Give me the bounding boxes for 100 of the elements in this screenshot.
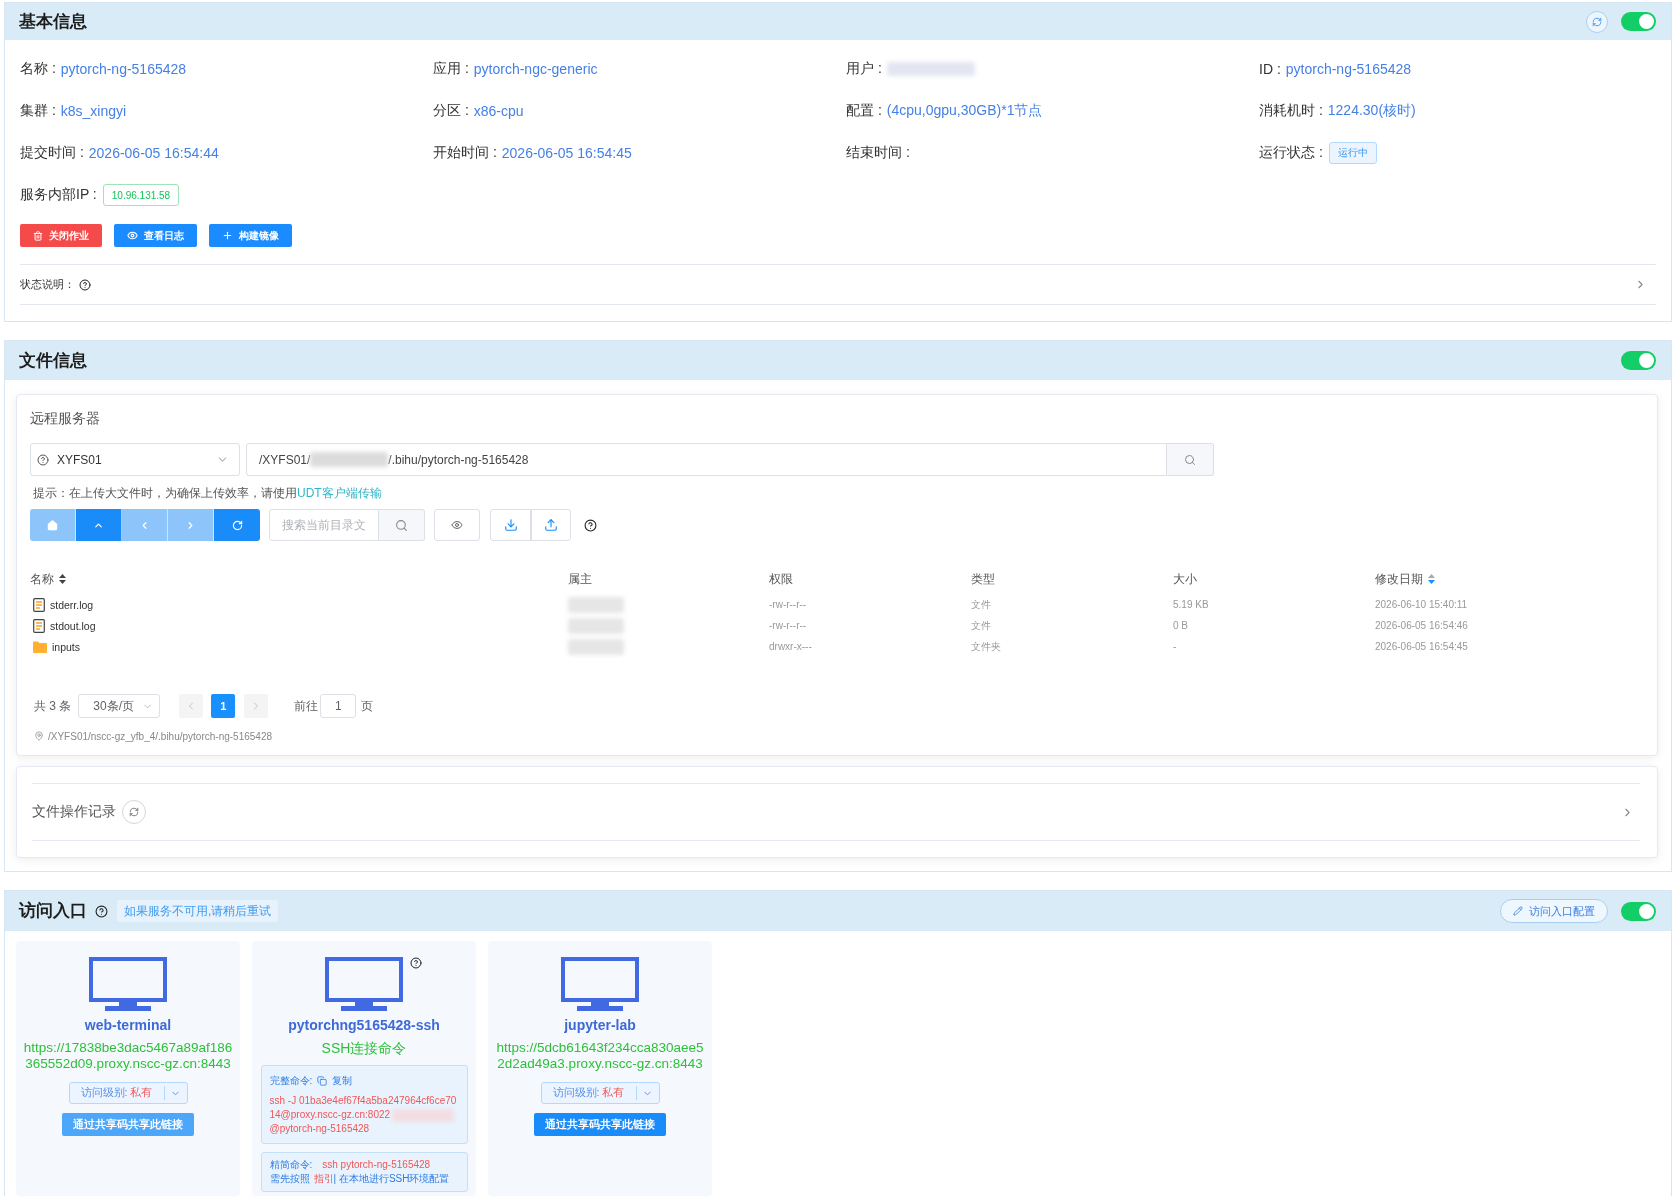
page-size-select[interactable]: 30条/页	[78, 694, 161, 718]
goto-label: 前往	[294, 697, 319, 715]
field-value: pytorch-ng-5165428	[1285, 61, 1412, 77]
total-count: 共 3 条	[34, 697, 72, 715]
copy-icon	[317, 1076, 328, 1086]
table-cell: 文件	[971, 618, 991, 633]
entry-name: web-terminal	[84, 1016, 172, 1034]
access-level-select[interactable]: 访问级别: 私有	[540, 1082, 660, 1104]
toggle-switch[interactable]	[1621, 12, 1656, 31]
ip-tag: 10.96.131.58	[102, 184, 180, 206]
ssh-command: ssh -J 01ba3e4ef67f4a5ba247964cf6ce70	[269, 1094, 457, 1108]
field-label: 服务内部IP :	[20, 186, 97, 204]
blurred-text	[392, 1108, 455, 1122]
document-icon	[33, 618, 45, 633]
blurred-text	[568, 638, 624, 655]
upload-hint: 提示：在上传大文件时，为确保上传效率，请使用UDT客户端传输	[33, 485, 382, 501]
upload-icon	[544, 518, 558, 532]
field-label: 消耗机时 :	[1259, 102, 1323, 120]
up-button[interactable]	[76, 509, 122, 541]
current-path: /XYFS01/nscc-gz_yfb_4/.bihu/pytorch-ng-5165428	[48, 730, 273, 742]
table-cell: -	[1173, 641, 1177, 652]
server-select[interactable]: XYFS01	[30, 443, 240, 476]
file-name[interactable]: stdout.log	[50, 619, 96, 632]
entry-name: jupyter-lab	[564, 1016, 636, 1034]
share-link-button[interactable]: 通过共享码共享此链接	[534, 1113, 666, 1136]
entry-url[interactable]: https://17838be3dac5467a89af186365552d09.proxy.nscc-gz.cn:8443	[22, 1040, 234, 1072]
folder-icon	[33, 640, 47, 653]
access-level-select[interactable]: 访问级别: 私有	[68, 1082, 188, 1104]
column-header[interactable]: 修改日期	[1375, 570, 1435, 588]
table-cell: -rw-r--r--	[769, 620, 807, 631]
table-cell: 2026-06-05 16:54:45	[1375, 641, 1468, 652]
toggle-switch[interactable]	[1621, 351, 1656, 370]
action-button[interactable]: 构建镜像	[209, 224, 292, 247]
file-name[interactable]: inputs	[52, 640, 81, 653]
panel-title: 远程服务器	[30, 409, 100, 427]
action-button[interactable]: 查看日志	[114, 224, 197, 247]
page-button[interactable]: 1	[211, 694, 236, 718]
copy-link[interactable]: 复制	[332, 1074, 353, 1088]
search-field[interactable]: 搜索当前目录文	[269, 509, 379, 541]
field-label: 应用 :	[433, 60, 469, 78]
action-button[interactable]: 关闭作业	[20, 224, 102, 247]
refresh-button[interactable]	[1586, 10, 1608, 33]
help-icon	[584, 518, 597, 532]
udt-client-link[interactable]: UDT客户端传输	[297, 486, 382, 500]
section-title: 访问入口	[19, 900, 87, 922]
entry-url[interactable]: https://5dcb61643f234cca830aee52d2ad49a3.proxy.nscc-gz.cn:8443	[494, 1040, 706, 1072]
table-cell: 2026-06-05 16:54:46	[1375, 620, 1468, 631]
search-icon	[395, 518, 408, 532]
blurred-text	[568, 596, 624, 613]
search-button[interactable]	[379, 509, 425, 541]
help-icon	[95, 904, 108, 918]
field-value: (4cpu,0gpu,30GB)*1节点	[886, 102, 1043, 120]
guide-link[interactable]: 指引	[313, 1173, 334, 1184]
monitor-icon	[325, 957, 403, 1011]
retry-note: 如果服务不可用,请稍后重试	[117, 900, 279, 922]
field-value: 2026-06-05 16:54:44	[88, 145, 219, 161]
path-field[interactable]: /XYFS01/ /.bihu/pytorch-ng-5165428	[246, 443, 1167, 476]
field-label: 提交时间 :	[20, 144, 84, 162]
column-header: 类型	[971, 570, 995, 588]
ssh-command: ssh pytorch-ng-5165428	[322, 1158, 431, 1172]
help-icon	[410, 957, 422, 969]
page-suffix: 页	[361, 697, 374, 715]
eye-icon	[451, 519, 463, 531]
field-label: 运行状态 :	[1259, 144, 1323, 162]
table-cell: 5.19 KB	[1173, 599, 1209, 610]
table-cell: 2026-06-10 15:40:11	[1375, 599, 1468, 610]
panel-title: 文件操作记录	[32, 803, 116, 821]
section-title: 基本信息	[19, 10, 87, 33]
preview-button[interactable]	[434, 509, 480, 541]
field-label: 分区 :	[433, 102, 469, 120]
refresh-icon	[231, 519, 243, 531]
help-icon	[37, 453, 49, 466]
field-label: 用户 :	[846, 60, 882, 78]
table-cell: -rw-r--r--	[769, 599, 807, 610]
entry-subtitle: SSH连接命令	[321, 1040, 407, 1056]
download-button[interactable]	[490, 509, 531, 541]
table-cell: 文件	[971, 597, 991, 612]
column-header[interactable]: 名称	[30, 570, 66, 588]
field-label: 配置 :	[846, 102, 882, 120]
search-button[interactable]	[1167, 443, 1214, 476]
file-name[interactable]: stderr.log	[50, 598, 94, 611]
location-pin-icon	[34, 731, 44, 741]
setup-note: 需先按照 指引| 在本地进行SSH环境配置	[269, 1172, 450, 1186]
table-cell: drwxr-x---	[769, 641, 812, 652]
refresh-button[interactable]	[122, 800, 146, 824]
trash-icon	[33, 230, 43, 241]
upload-button[interactable]	[531, 509, 571, 541]
field-label: 名称 :	[20, 60, 56, 78]
field-label: 结束时间 :	[846, 144, 910, 162]
toggle-switch[interactable]	[1621, 901, 1656, 921]
eye-icon	[127, 230, 138, 241]
page-input[interactable]: 1	[320, 694, 357, 718]
monitor-icon	[561, 957, 639, 1011]
monitor-icon	[89, 957, 167, 1011]
field-value: pytorch-ng-5165428	[60, 61, 187, 77]
ssh-command: 14@proxy.nscc-gz.cn:8022	[269, 1108, 391, 1122]
pencil-icon	[1513, 906, 1523, 916]
access-config-button[interactable]: 访问入口配置	[1500, 899, 1608, 923]
refresh-button[interactable]	[214, 509, 260, 541]
field-value: x86-cpu	[473, 103, 524, 119]
